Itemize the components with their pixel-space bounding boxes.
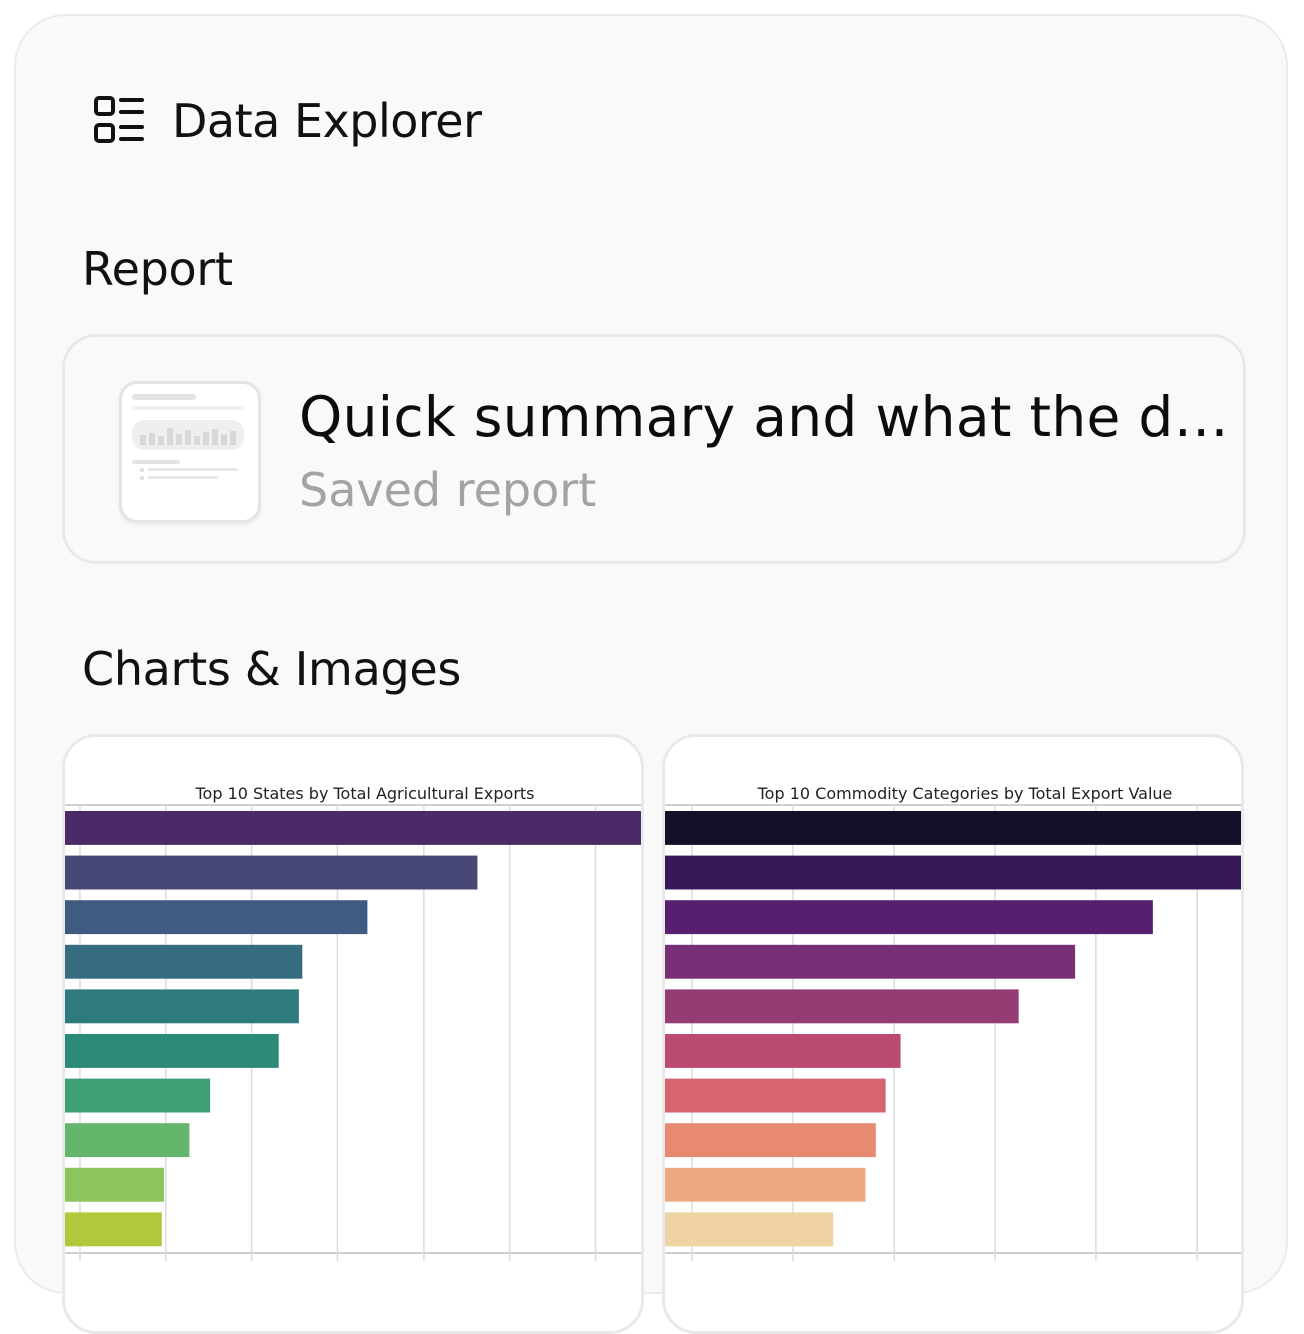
chart-card-states[interactable]: Top 10 States by Total Agricultural Expo…: [62, 734, 644, 1334]
bar: [665, 944, 1076, 979]
bar: [665, 1078, 886, 1113]
bar: [665, 1123, 876, 1158]
bar: [65, 811, 641, 845]
report-section-heading: Report: [82, 242, 233, 296]
bar: [665, 989, 1019, 1024]
bar: [65, 944, 303, 979]
bar: [65, 1078, 211, 1113]
bar: [665, 1167, 866, 1202]
charts-section-heading: Charts & Images: [82, 642, 462, 696]
bar: [665, 900, 1153, 935]
list-layout-icon: [92, 94, 146, 148]
bar: [65, 1034, 279, 1068]
chart-title: Top 10 Commodity Categories by Total Exp…: [757, 784, 1173, 803]
chart-title: Top 10 States by Total Agricultural Expo…: [194, 784, 534, 803]
states-bar-chart: Top 10 States by Total Agricultural Expo…: [65, 784, 641, 1261]
bar: [65, 1167, 165, 1202]
chart-card-commodities[interactable]: Top 10 Commodity Categories by Total Exp…: [662, 734, 1244, 1334]
bar: [65, 1212, 162, 1247]
bar: [65, 1123, 190, 1158]
commodities-bar-chart: Top 10 Commodity Categories by Total Exp…: [665, 784, 1241, 1261]
bar: [665, 1034, 901, 1068]
panel-header: Data Explorer: [92, 76, 482, 166]
bar: [665, 1212, 834, 1247]
bar: [65, 900, 368, 935]
bar: [65, 989, 299, 1024]
bar: [665, 855, 1241, 890]
page-title: Data Explorer: [172, 94, 482, 148]
report-title: Quick summary and what the d…: [299, 385, 1229, 449]
data-explorer-panel: Data Explorer Report Quick summary and w…: [14, 14, 1288, 1334]
report-thumbnail-icon: [119, 381, 261, 523]
bar: [665, 811, 1241, 845]
saved-report-card[interactable]: Quick summary and what the d… Saved repo…: [62, 334, 1246, 564]
bar: [65, 855, 478, 890]
report-subtitle: Saved report: [299, 463, 597, 517]
